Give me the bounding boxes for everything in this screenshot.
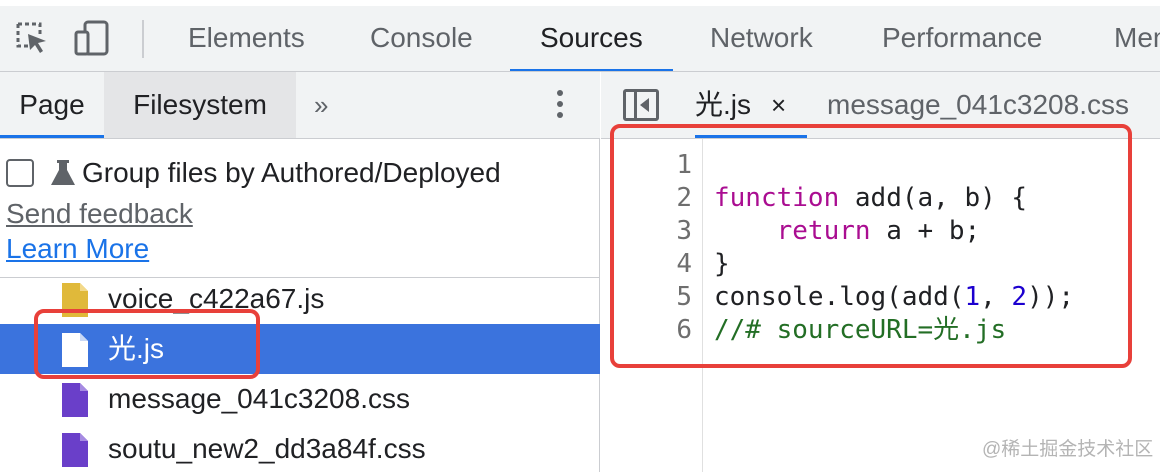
code-number: 2 xyxy=(1011,282,1028,312)
tab-sources[interactable]: Sources xyxy=(510,6,673,71)
toolbar-separator xyxy=(142,20,144,58)
code-keyword: return xyxy=(776,216,871,246)
file-name: 光.js xyxy=(108,333,165,364)
file-icon xyxy=(62,333,88,367)
navigator-panel: Page Filesystem » Group files by Authore… xyxy=(0,72,600,472)
device-toolbar-icon[interactable] xyxy=(72,18,112,58)
editor-tab-label: 光.js xyxy=(695,89,752,120)
devtools-toolbar: Elements Console Sources Network Perform… xyxy=(0,6,1160,72)
line-number: 2 xyxy=(676,183,692,213)
tab-elements[interactable]: Elements xyxy=(188,6,305,71)
code-text: , xyxy=(980,282,1012,312)
line-number: 5 xyxy=(676,282,692,312)
code-line-2[interactable]: function add(a, b) { xyxy=(714,182,1027,215)
tab-performance[interactable]: Performance xyxy=(882,6,1042,71)
code-line-4[interactable]: } xyxy=(714,248,730,281)
tab-console[interactable]: Console xyxy=(370,6,473,71)
file-tree-item[interactable]: message_041c3208.css xyxy=(0,374,600,424)
file-tree-item-selected[interactable]: 光.js xyxy=(0,324,600,374)
line-number: 4 xyxy=(676,249,692,279)
line-number: 1 xyxy=(676,150,692,180)
active-tab-indicator xyxy=(0,135,104,138)
code-text: )); xyxy=(1027,282,1075,312)
file-name: soutu_new2_dd3a84f.css xyxy=(108,433,426,464)
css-file-icon xyxy=(62,433,88,467)
code-text: } xyxy=(714,249,730,279)
code-comment: //# sourceURL=光.js xyxy=(714,315,1007,345)
editor-tab[interactable]: message_041c3208.css xyxy=(827,72,1129,138)
code-keyword: function xyxy=(714,183,840,213)
tab-page[interactable]: Page xyxy=(0,72,104,138)
file-name: message_041c3208.css xyxy=(108,383,410,414)
code-text: console.log(add( xyxy=(714,282,965,312)
editor-tab-bar: 光.js × message_041c3208.css xyxy=(601,72,1160,139)
line-number: 3 xyxy=(676,216,692,246)
send-feedback-link[interactable]: Send feedback xyxy=(6,198,193,230)
code-text: a + b; xyxy=(870,216,981,246)
active-tab-indicator xyxy=(695,135,807,138)
file-tree-item[interactable]: soutu_new2_dd3a84f.css xyxy=(0,424,600,472)
code-number: 1 xyxy=(964,282,981,312)
group-files-checkbox[interactable] xyxy=(6,159,34,187)
line-number-gutter: 1 2 3 4 5 6 xyxy=(601,139,703,472)
tab-network[interactable]: Network xyxy=(710,6,813,71)
group-files-label: Group files by Authored/Deployed xyxy=(82,157,501,188)
code-text: add(a, b) { xyxy=(839,183,1028,213)
watermark: @稀土掘金技术社区 xyxy=(982,439,1154,460)
close-tab-icon[interactable]: × xyxy=(771,72,786,138)
inspect-element-icon[interactable] xyxy=(12,18,52,58)
group-files-row: Group files by Authored/Deployed xyxy=(6,156,501,190)
navigator-tabs: Page Filesystem » xyxy=(0,72,600,139)
code-line-3[interactable]: return a + b; xyxy=(714,215,981,248)
flask-icon xyxy=(51,160,75,185)
editor-panel: 光.js × message_041c3208.css 1 2 3 4 5 6 … xyxy=(601,72,1160,472)
line-number: 6 xyxy=(676,315,692,345)
css-file-icon xyxy=(62,383,88,417)
tab-sources-label: Sources xyxy=(540,22,643,53)
code-line-6[interactable]: //# sourceURL=光.js xyxy=(714,314,1006,347)
tab-filesystem[interactable]: Filesystem xyxy=(104,72,296,138)
kebab-menu-icon[interactable] xyxy=(548,86,572,126)
tab-page-label: Page xyxy=(19,89,85,120)
code-line-5[interactable]: console.log(add(1, 2)); xyxy=(714,281,1074,314)
js-file-icon xyxy=(62,283,88,317)
tab-memory[interactable]: Memory xyxy=(1114,6,1160,71)
file-tree-item[interactable]: voice_c422a67.js xyxy=(0,274,600,324)
learn-more-link[interactable]: Learn More xyxy=(6,233,149,265)
editor-tab-active[interactable]: 光.js xyxy=(695,72,807,138)
more-tabs-chevron-icon[interactable]: » xyxy=(314,90,328,121)
file-name: voice_c422a67.js xyxy=(108,283,325,314)
toggle-navigator-icon[interactable] xyxy=(623,89,659,121)
